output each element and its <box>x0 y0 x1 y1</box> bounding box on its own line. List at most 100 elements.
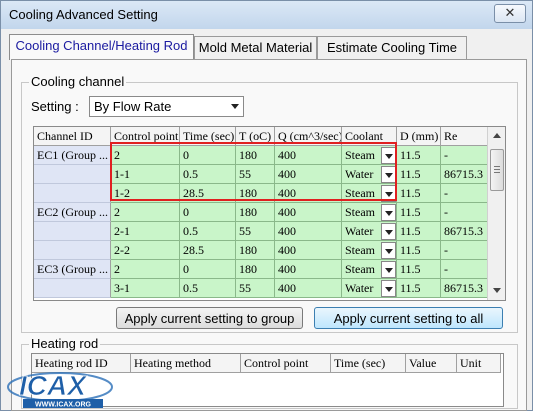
diameter-cell[interactable]: 11.5 <box>397 279 441 298</box>
scroll-up-icon[interactable] <box>493 133 501 138</box>
flow-rate-cell[interactable]: 400 <box>275 146 342 165</box>
coolant-dropdown-icon[interactable] <box>381 166 396 183</box>
apply-to-all-button[interactable]: Apply current setting to all <box>314 307 503 329</box>
time-cell[interactable]: 0 <box>180 260 236 279</box>
reynolds-cell[interactable]: 86715.3 <box>441 279 488 298</box>
diameter-cell[interactable]: 11.5 <box>397 165 441 184</box>
temperature-cell[interactable]: 180 <box>236 184 275 203</box>
column-header-coolant[interactable]: Coolant <box>342 127 397 146</box>
temperature-cell[interactable]: 180 <box>236 146 275 165</box>
coolant-dropdown-icon[interactable] <box>381 185 396 202</box>
scrollbar-thumb[interactable] <box>490 149 504 191</box>
channel-id-cell[interactable]: EC1 (Group ... <box>34 146 111 165</box>
reynolds-cell[interactable]: - <box>441 241 488 260</box>
time-cell[interactable]: 0.5 <box>180 279 236 298</box>
flow-rate-cell[interactable]: 400 <box>275 241 342 260</box>
setting-label: Setting : <box>31 99 79 114</box>
time-cell[interactable]: 0 <box>180 146 236 165</box>
channel-id-cell[interactable] <box>34 222 111 241</box>
tab-estimate-cooling-time[interactable]: Estimate Cooling Time <box>317 36 467 59</box>
grip-line <box>494 169 500 170</box>
control-point-cell[interactable]: 2-1 <box>111 222 180 241</box>
coolant-dropdown-icon[interactable] <box>381 223 396 240</box>
column-header-heating-method[interactable]: Heating method <box>131 354 241 373</box>
close-icon: ✕ <box>504 5 516 20</box>
column-header-channel-id[interactable]: Channel ID <box>34 127 111 146</box>
control-point-cell[interactable]: 1-1 <box>111 165 180 184</box>
column-header-time[interactable]: Time (sec) <box>180 127 236 146</box>
time-cell[interactable]: 0 <box>180 203 236 222</box>
apply-to-group-button[interactable]: Apply current setting to group <box>116 307 303 329</box>
temperature-cell[interactable]: 55 <box>236 165 275 184</box>
coolant-dropdown-icon[interactable] <box>381 261 396 278</box>
control-point-cell[interactable]: 2-2 <box>111 241 180 260</box>
flow-rate-cell[interactable]: 400 <box>275 184 342 203</box>
column-header-control-point[interactable]: Control point <box>241 354 331 373</box>
cooling-channel-table[interactable]: Channel ID Control point Time (sec) T (o… <box>33 126 506 301</box>
column-header-control-point[interactable]: Control point <box>111 127 180 146</box>
coolant-dropdown-icon[interactable] <box>381 242 396 259</box>
control-point-cell[interactable]: 2 <box>111 260 180 279</box>
reynolds-cell[interactable]: - <box>441 146 488 165</box>
tab-cooling-channel-heating-rod[interactable]: Cooling Channel/Heating Rod <box>9 34 194 60</box>
reynolds-cell[interactable]: - <box>441 203 488 222</box>
column-header-reynolds[interactable]: Re <box>441 127 488 146</box>
flow-rate-cell[interactable]: 400 <box>275 279 342 298</box>
diameter-cell[interactable]: 11.5 <box>397 222 441 241</box>
time-cell[interactable]: 28.5 <box>180 184 236 203</box>
control-point-cell[interactable]: 2 <box>111 146 180 165</box>
flow-rate-cell[interactable]: 400 <box>275 222 342 241</box>
table-vertical-scrollbar[interactable] <box>487 127 505 300</box>
flow-rate-cell[interactable]: 400 <box>275 165 342 184</box>
close-button[interactable]: ✕ <box>494 4 526 23</box>
column-header-temperature[interactable]: T (oC) <box>236 127 275 146</box>
temperature-cell[interactable]: 55 <box>236 279 275 298</box>
grip-line <box>494 172 500 173</box>
control-point-cell[interactable]: 3-1 <box>111 279 180 298</box>
diameter-cell[interactable]: 11.5 <box>397 241 441 260</box>
column-header-unit[interactable]: Unit <box>457 354 501 373</box>
time-cell[interactable]: 0.5 <box>180 165 236 184</box>
channel-id-cell[interactable]: EC2 (Group ... <box>34 203 111 222</box>
column-header-diameter[interactable]: D (mm) <box>397 127 441 146</box>
reynolds-cell[interactable]: 86715.3 <box>441 165 488 184</box>
control-point-cell[interactable]: 1-2 <box>111 184 180 203</box>
channel-id-cell[interactable] <box>34 184 111 203</box>
coolant-dropdown-icon[interactable] <box>381 147 396 164</box>
temperature-cell[interactable]: 55 <box>236 222 275 241</box>
diameter-cell[interactable]: 11.5 <box>397 146 441 165</box>
flow-rate-cell[interactable]: 400 <box>275 203 342 222</box>
column-header-time[interactable]: Time (sec) <box>331 354 406 373</box>
diameter-cell[interactable]: 11.5 <box>397 184 441 203</box>
diameter-cell[interactable]: 11.5 <box>397 203 441 222</box>
channel-id-cell[interactable] <box>34 279 111 298</box>
temperature-cell[interactable]: 180 <box>236 260 275 279</box>
column-header-flow-rate[interactable]: Q (cm^3/sec) <box>275 127 342 146</box>
cooling-channel-label: Cooling channel <box>29 74 127 89</box>
column-header-value[interactable]: Value <box>406 354 457 373</box>
flow-rate-cell[interactable]: 400 <box>275 260 342 279</box>
chevron-down-icon <box>231 104 239 109</box>
coolant-dropdown-icon[interactable] <box>381 280 396 297</box>
setting-select[interactable]: By Flow Rate <box>89 96 244 117</box>
channel-id-cell[interactable] <box>34 241 111 260</box>
grip-line <box>494 166 500 167</box>
window-title: Cooling Advanced Setting <box>9 7 158 22</box>
reynolds-cell[interactable]: - <box>441 184 488 203</box>
reynolds-cell[interactable]: - <box>441 260 488 279</box>
reynolds-cell[interactable]: 86715.3 <box>441 222 488 241</box>
diameter-cell[interactable]: 11.5 <box>397 260 441 279</box>
tab-mold-metal-material[interactable]: Mold Metal Material <box>194 36 317 59</box>
cooling-advanced-setting-window: Cooling Advanced Setting ✕ Cooling Chann… <box>0 0 533 411</box>
coolant-dropdown-icon[interactable] <box>381 204 396 221</box>
heating-rod-label: Heating rod <box>29 336 101 351</box>
temperature-cell[interactable]: 180 <box>236 203 275 222</box>
channel-id-cell[interactable]: EC3 (Group ... <box>34 260 111 279</box>
time-cell[interactable]: 0.5 <box>180 222 236 241</box>
channel-id-cell[interactable] <box>34 165 111 184</box>
temperature-cell[interactable]: 180 <box>236 241 275 260</box>
title-bar[interactable]: Cooling Advanced Setting ✕ <box>1 1 532 29</box>
control-point-cell[interactable]: 2 <box>111 203 180 222</box>
scroll-down-icon[interactable] <box>493 288 501 293</box>
time-cell[interactable]: 28.5 <box>180 241 236 260</box>
